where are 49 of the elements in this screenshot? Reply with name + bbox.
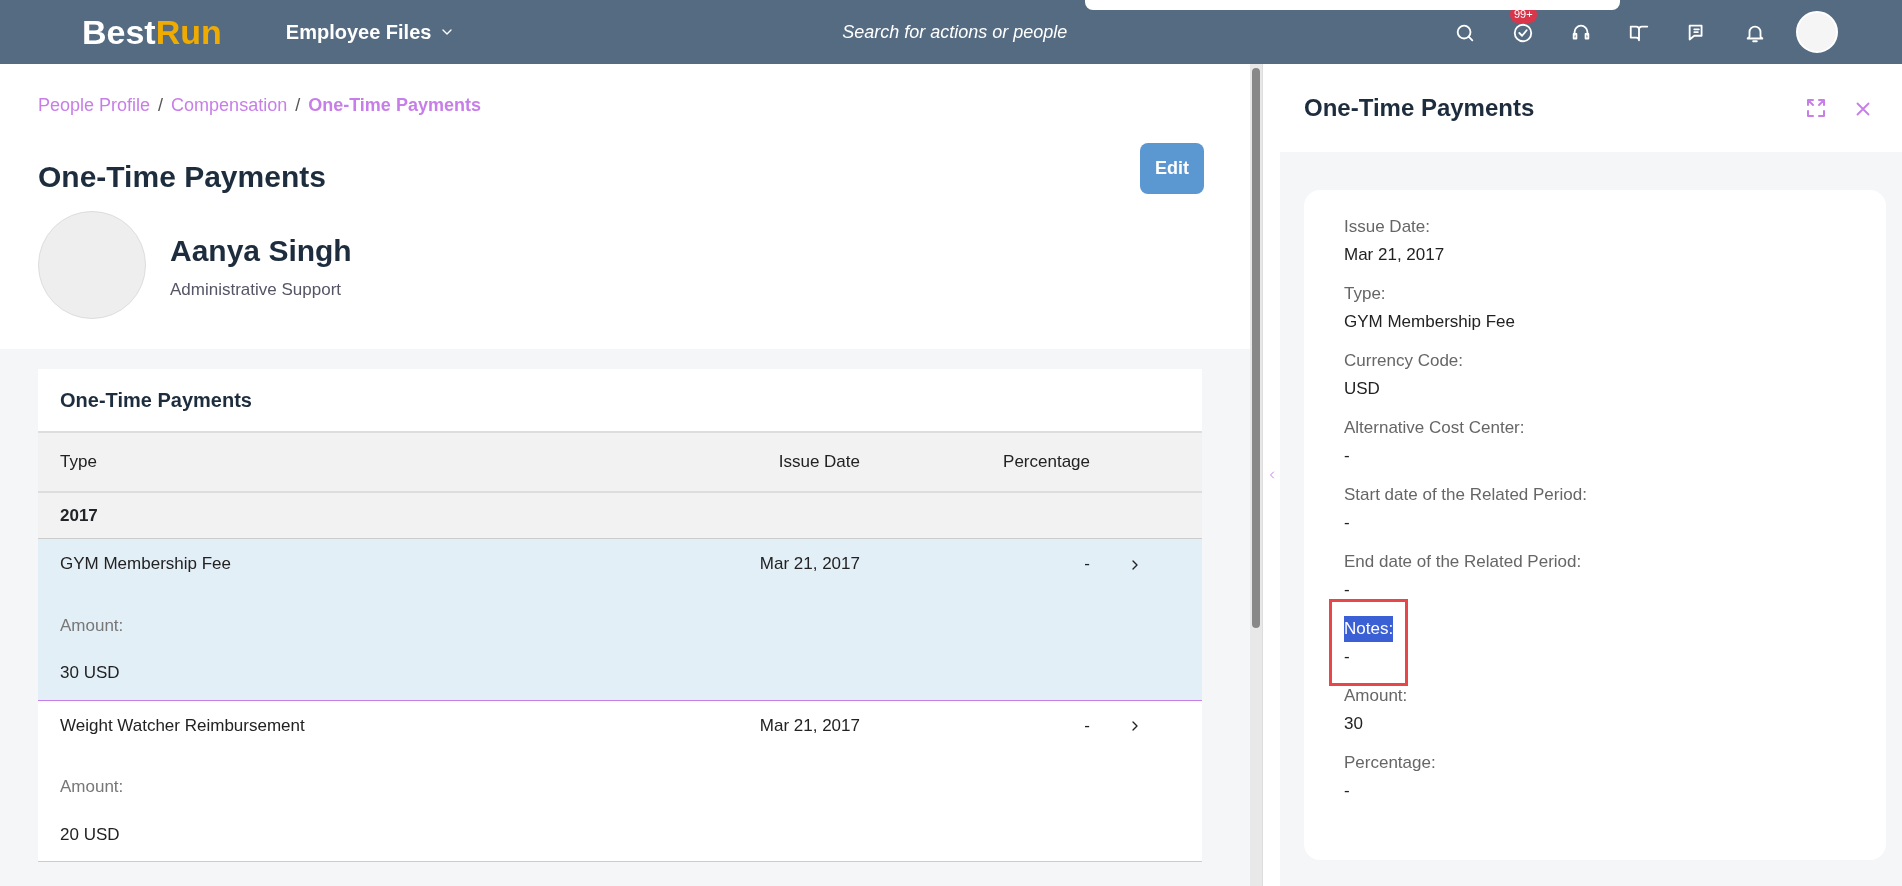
breadcrumb-link[interactable]: One-Time Payments [308,92,481,119]
breadcrumb-separator: / [158,94,164,117]
field-label: Percentage: [1344,752,1436,774]
field-label: Amount: [1344,685,1408,707]
person-name: Aanya Singh [170,232,352,269]
field-value: USD [1344,377,1381,400]
edit-button[interactable]: Edit [1140,143,1204,194]
field-label: Type: [1344,283,1387,305]
field-label: Alternative Cost Center: [1344,417,1525,439]
field-label: Start date of the Related Period: [1344,484,1587,506]
page-title: One-Time Payments [38,159,326,195]
table-cell-text: Mar 21, 2017 [758,714,860,737]
user-avatar[interactable] [1796,11,1838,53]
group-header: 2017 [38,493,1202,539]
column-header: Type [60,451,98,474]
table-cell-text: Mar 21, 2017 [758,553,860,575]
field-label: Currency Code: [1344,350,1464,372]
field-value: GYM Membership Fee [1344,310,1515,333]
field-label: End date of the Related Period: [1344,551,1582,573]
table-row[interactable]: Weight Watcher Reimbursement Mar 21, 2017 - Amount: 20 USD [38,700,1202,862]
field-value: - [1344,578,1351,601]
amount-label: Amount: [60,776,124,798]
person-role: Administrative Support [170,278,343,301]
logo: BestRun [81,15,223,49]
amount-label: Amount: [60,614,124,637]
field-value: Mar 21, 2017 [1344,243,1445,266]
column-header: Issue Date [777,451,860,474]
field-value: - [1344,779,1351,802]
field-value: - [1344,645,1351,668]
field-value: - [1344,444,1351,467]
table-row[interactable]: GYM Membership Fee Mar 21, 2017 - Amount: 30 USD [38,539,1202,701]
amount-value: 20 USD [60,823,120,846]
table-cell-text: Weight Watcher Reimbursement [60,714,306,737]
table-cell-text: - [1083,714,1090,737]
table-cell-text: - [1083,553,1090,575]
field-label: Notes: [1344,616,1394,642]
field-value: 30 [1344,712,1364,735]
table-cell-text: GYM Membership Fee [60,553,232,575]
breadcrumb-link[interactable]: People Profile [38,92,151,119]
field-value: - [1344,511,1351,534]
app-menu-button[interactable]: Employee Files [279,16,462,48]
panel-title: One-Time Payments [1304,93,1535,123]
amount-value: 30 USD [60,662,120,684]
breadcrumb-separator: / [295,94,301,117]
column-header: Percentage [1002,451,1090,474]
check-circle-icon [1512,21,1534,44]
breadcrumb-link[interactable]: Compensation [171,92,288,119]
field-label: Issue Date: [1344,216,1431,238]
search-field[interactable]: Search for actions or people [804,17,1105,47]
